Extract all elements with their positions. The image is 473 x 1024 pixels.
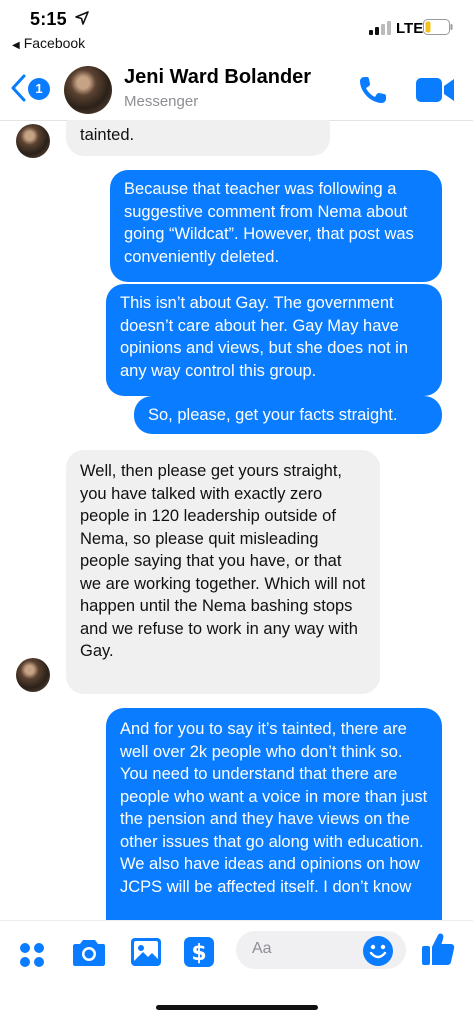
back-app-label: Facebook xyxy=(23,35,86,51)
phone-icon[interactable] xyxy=(357,74,389,106)
location-arrow-icon xyxy=(75,11,89,25)
sender-avatar xyxy=(16,124,50,158)
contact-subtitle: Messenger xyxy=(124,93,199,110)
message-input-placeholder: Aa xyxy=(252,940,272,957)
photo-icon[interactable] xyxy=(130,937,162,967)
network-label: LTE xyxy=(396,20,424,37)
apps-grid-icon[interactable] xyxy=(18,941,46,969)
message-text: This isn’t about Gay. The government doe… xyxy=(120,294,409,380)
unread-badge: 1 xyxy=(28,78,50,100)
back-to-app[interactable]: ◀ Facebook xyxy=(12,35,85,51)
sender-avatar xyxy=(16,658,50,692)
video-icon[interactable] xyxy=(416,76,454,104)
back-chevron-icon[interactable] xyxy=(10,74,26,102)
thumbs-up-icon[interactable] xyxy=(420,931,456,967)
message-bubble-outgoing[interactable]: Because that teacher was following a sug… xyxy=(110,170,442,282)
signal-icon xyxy=(369,21,391,35)
home-indicator[interactable] xyxy=(156,1005,318,1010)
payment-icon[interactable]: $ xyxy=(183,936,215,968)
message-text: Because that teacher was following a sug… xyxy=(124,180,414,266)
message-bubble-outgoing[interactable]: So, please, get your facts straight. xyxy=(134,396,442,434)
contact-name[interactable]: Jeni Ward Bolander xyxy=(124,66,311,89)
back-triangle-icon: ◀ xyxy=(12,40,20,51)
message-bubble-incoming[interactable]: Well, then please get yours straight, yo… xyxy=(66,450,380,694)
message-bubble-incoming[interactable]: tainted. xyxy=(66,120,330,156)
message-bubble-outgoing[interactable]: And for you to say it’s tainted, there a… xyxy=(106,708,442,920)
message-text: And for you to say it’s tainted, there a… xyxy=(120,720,428,896)
message-text: Well, then please get yours straight, yo… xyxy=(80,462,366,660)
message-input[interactable]: Aa xyxy=(236,931,406,969)
emoji-icon[interactable] xyxy=(362,935,394,967)
svg-text:$: $ xyxy=(191,941,206,966)
camera-icon[interactable] xyxy=(72,937,106,967)
status-bar: 5:15 ◀ Facebook LTE xyxy=(0,0,473,58)
message-text: tainted. xyxy=(80,126,135,144)
status-time: 5:15 xyxy=(30,9,67,29)
composer-bar: $ Aa xyxy=(0,920,473,981)
battery-icon xyxy=(423,19,453,35)
message-thread[interactable]: tainted. Because that teacher was follow… xyxy=(0,120,473,920)
message-text: So, please, get your facts straight. xyxy=(148,406,398,424)
message-bubble-outgoing[interactable]: This isn’t about Gay. The government doe… xyxy=(106,284,442,396)
conversation-header: 1 Jeni Ward Bolander Messenger xyxy=(0,58,473,121)
contact-avatar[interactable] xyxy=(64,66,112,114)
